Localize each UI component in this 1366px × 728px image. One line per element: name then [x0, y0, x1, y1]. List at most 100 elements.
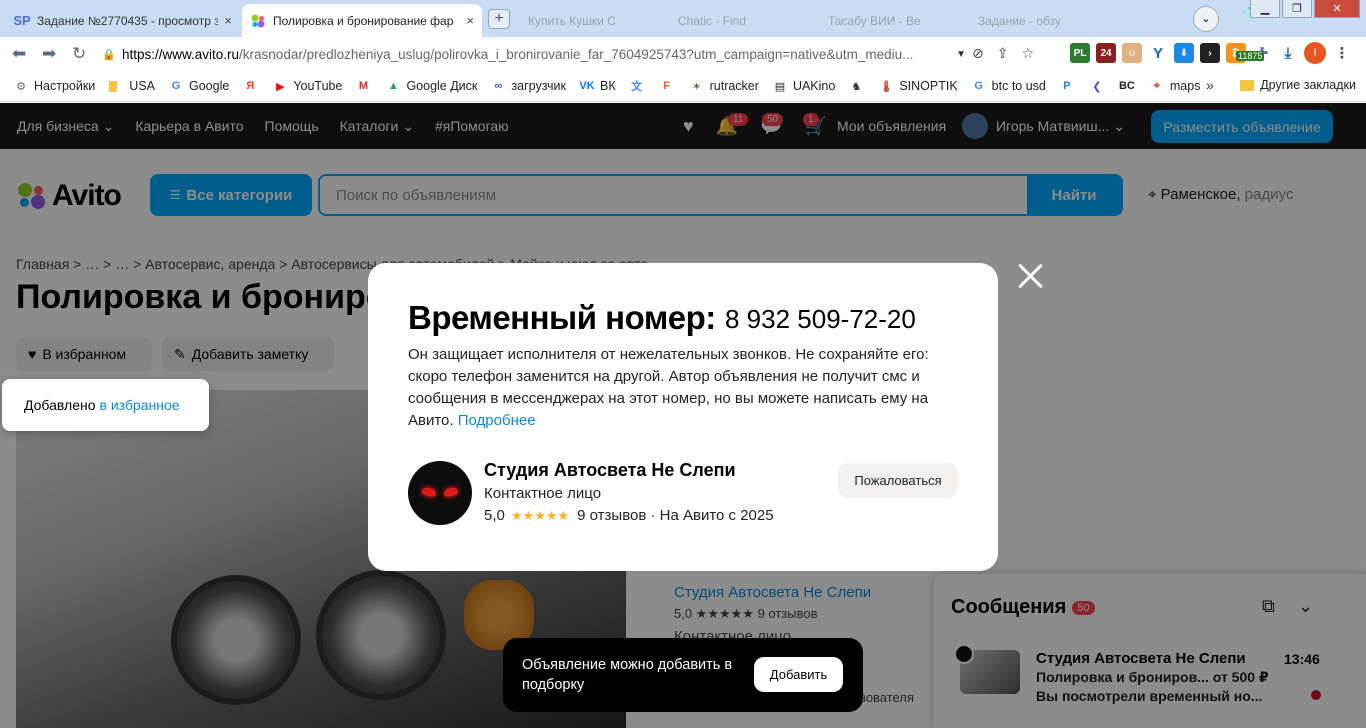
bookmark-star-icon[interactable]: ☆	[1021, 45, 1034, 62]
bookmark-item[interactable]: USA	[109, 79, 155, 93]
seller-avatar[interactable]	[408, 461, 472, 525]
bookmark-item[interactable]: ▤ UAKino	[773, 79, 836, 93]
browser-tab-background[interactable]: Купить Кушки С	[520, 4, 660, 37]
bookmark-item[interactable]: M	[356, 79, 376, 93]
folder-icon	[1240, 79, 1255, 91]
bookmark-item[interactable]: BC	[1118, 79, 1140, 93]
gear-icon: ⚙	[16, 80, 26, 93]
back-arrow-icon[interactable]: ⬅	[12, 44, 26, 64]
url-path: /krasnodar/predlozheniya_uslug/polirovka…	[239, 47, 914, 62]
complain-button[interactable]: Пожаловаться	[838, 463, 958, 498]
other-bookmarks-label: Другие закладки	[1260, 78, 1356, 92]
url-host: https://www.avito.ru	[122, 47, 240, 62]
bookmark-item[interactable]: Gbtc to usd	[972, 79, 1046, 93]
translate-icon: 文	[631, 81, 643, 93]
tab-title: Задание №2770435 - просмотр за	[37, 13, 219, 28]
url-field[interactable]: 🔒 https://www.avito.ru/krasnodar/predloz…	[102, 42, 966, 67]
bookmark-label: ВК	[599, 79, 616, 93]
temporary-phone-number[interactable]: 8 932 509-72-20	[725, 304, 916, 335]
reviews-and-since[interactable]: 9 отзывов · На Авито с 2025	[577, 507, 773, 524]
browser-tab-background[interactable]: Тасабу ВИИ - Ве	[820, 4, 960, 37]
uakino-icon: ▤	[774, 80, 786, 93]
bookmark-label: rutracker	[709, 79, 759, 93]
bookmark-label: загрузчик	[511, 79, 566, 93]
bookmark-item[interactable]: 文	[630, 79, 650, 93]
extension-badge: 11875	[1236, 51, 1265, 61]
more-link[interactable]: Подробнее	[458, 412, 536, 429]
modal-heading: Временный номер:	[408, 299, 716, 336]
reload-icon[interactable]: ↻	[72, 44, 86, 64]
add-to-collection-snackbar: Объявление можно добавить в подборку Доб…	[503, 638, 863, 712]
share-icon[interactable]: ⇪	[997, 45, 1009, 62]
bookmark-label: Google	[189, 79, 230, 93]
address-bar-actions: ⊘ ⇪ ☆	[972, 45, 1034, 62]
tab-title: Тасабу ВИИ - Ве	[828, 13, 921, 28]
close-window-icon[interactable]: ✕	[1314, 0, 1360, 18]
face-icon[interactable]: ☺	[1122, 43, 1142, 63]
red-eye-shape	[443, 486, 459, 498]
sinoptik-icon: 🌡	[879, 80, 894, 93]
bookmark-item[interactable]: ♞	[849, 79, 869, 93]
close-modal-icon[interactable]	[1014, 260, 1046, 292]
browser-tab-background[interactable]: Задание - обзу	[970, 4, 1100, 37]
tab-title: Купить Кушки С	[528, 13, 616, 28]
tab-close-icon[interactable]: ×	[224, 13, 232, 28]
forward-arrow-icon[interactable]: ➡	[42, 44, 56, 64]
download-blue-icon[interactable]: ⬇	[1174, 43, 1194, 63]
browser-tab-background[interactable]: Chatic - Find	[670, 4, 810, 37]
bookmark-item[interactable]: ❮	[1090, 79, 1110, 93]
vk-icon: VK	[579, 80, 595, 92]
bookmark-label: btc to usd	[991, 79, 1046, 93]
bookmark-item[interactable]: ⚙ Настройки	[14, 79, 95, 93]
toast-text: Добавлено	[24, 397, 96, 413]
bookmark-item[interactable]: P	[1060, 79, 1080, 93]
download-icon[interactable]: ⤓	[1278, 43, 1298, 63]
bookmark-item[interactable]: ▲ Google Диск	[386, 79, 477, 93]
bookmark-item[interactable]: F	[660, 79, 680, 93]
bookmark-item[interactable]: 🌡 SINOPTIK	[879, 79, 957, 93]
globe-pl-icon[interactable]: PL	[1070, 43, 1090, 63]
yandex-icon: Я	[246, 80, 255, 92]
bookmark-label: USA	[129, 79, 155, 93]
gmail-icon: M	[358, 80, 369, 92]
bc-icon: BC	[1118, 80, 1135, 92]
extensions-row: PL 24 ☺ Y ⬇ › ₿ ✚ ⤓ I ⋮	[1070, 42, 1352, 64]
bookmarks-bar: ⚙ Настройки USA G Google Я ▶ YouTube M ▲ Google Ди…	[0, 71, 1366, 102]
bookmark-item[interactable]: ✶ rutracker	[690, 79, 759, 93]
tab-search-icon[interactable]: ⌄	[1193, 6, 1219, 32]
bookmarks-overflow-button[interactable]: »	[1206, 77, 1214, 93]
bookmark-item[interactable]: ▶ YouTube	[273, 79, 342, 93]
bookmark-item[interactable]: Я	[243, 79, 263, 93]
p-icon: P	[1063, 80, 1071, 92]
other-bookmarks-folder[interactable]: Другие закладки	[1240, 78, 1356, 92]
blocked-icon[interactable]: ⊘	[972, 45, 984, 62]
url-dropdown-icon[interactable]: ▼	[956, 49, 966, 60]
browser-tab-avito[interactable]: Полировка и бронирование фар ×	[242, 4, 482, 37]
bookmark-item[interactable]: G Google	[169, 79, 230, 93]
seller-name[interactable]: Студия Автосвета Не Слепи	[484, 460, 736, 481]
bookmark-label: UAKino	[792, 79, 836, 93]
menu-dots-icon[interactable]: ⋮	[1332, 43, 1352, 63]
google-icon: G	[974, 80, 983, 92]
red-eye-shape	[421, 486, 437, 498]
bookmark-item[interactable]: ⌖ maps	[1150, 79, 1201, 93]
snackbar-text: Объявление можно добавить в подборку	[522, 657, 733, 693]
24-icon[interactable]: 24	[1096, 43, 1116, 63]
folder-icon	[109, 79, 123, 93]
bookmark-item[interactable]: VK ВК	[579, 79, 616, 93]
sp-icon: SP	[13, 13, 31, 28]
tab-close-icon[interactable]: ×	[466, 13, 474, 28]
terminal-icon[interactable]: ›	[1200, 43, 1220, 63]
new-tab-button[interactable]: +	[488, 9, 510, 29]
bookmark-item[interactable]: ∞ загрузчик	[491, 79, 566, 93]
bookmark-label: maps	[1169, 79, 1201, 93]
browser-tab-task[interactable]: SP Задание №2770435 - просмотр за ×	[6, 4, 240, 37]
v-icon[interactable]: Y	[1148, 43, 1168, 63]
minimize-icon[interactable]: ▁	[1250, 0, 1280, 18]
arrow-icon: ❮	[1092, 80, 1102, 93]
maximize-icon[interactable]: ❐	[1282, 0, 1312, 18]
url-text[interactable]: https://www.avito.ru/krasnodar/predlozhe…	[122, 47, 952, 62]
toast-favorites-link[interactable]: в избранное	[100, 397, 180, 413]
add-to-collection-button[interactable]: Добавить	[754, 657, 843, 692]
profile-avatar[interactable]: I	[1304, 42, 1326, 64]
